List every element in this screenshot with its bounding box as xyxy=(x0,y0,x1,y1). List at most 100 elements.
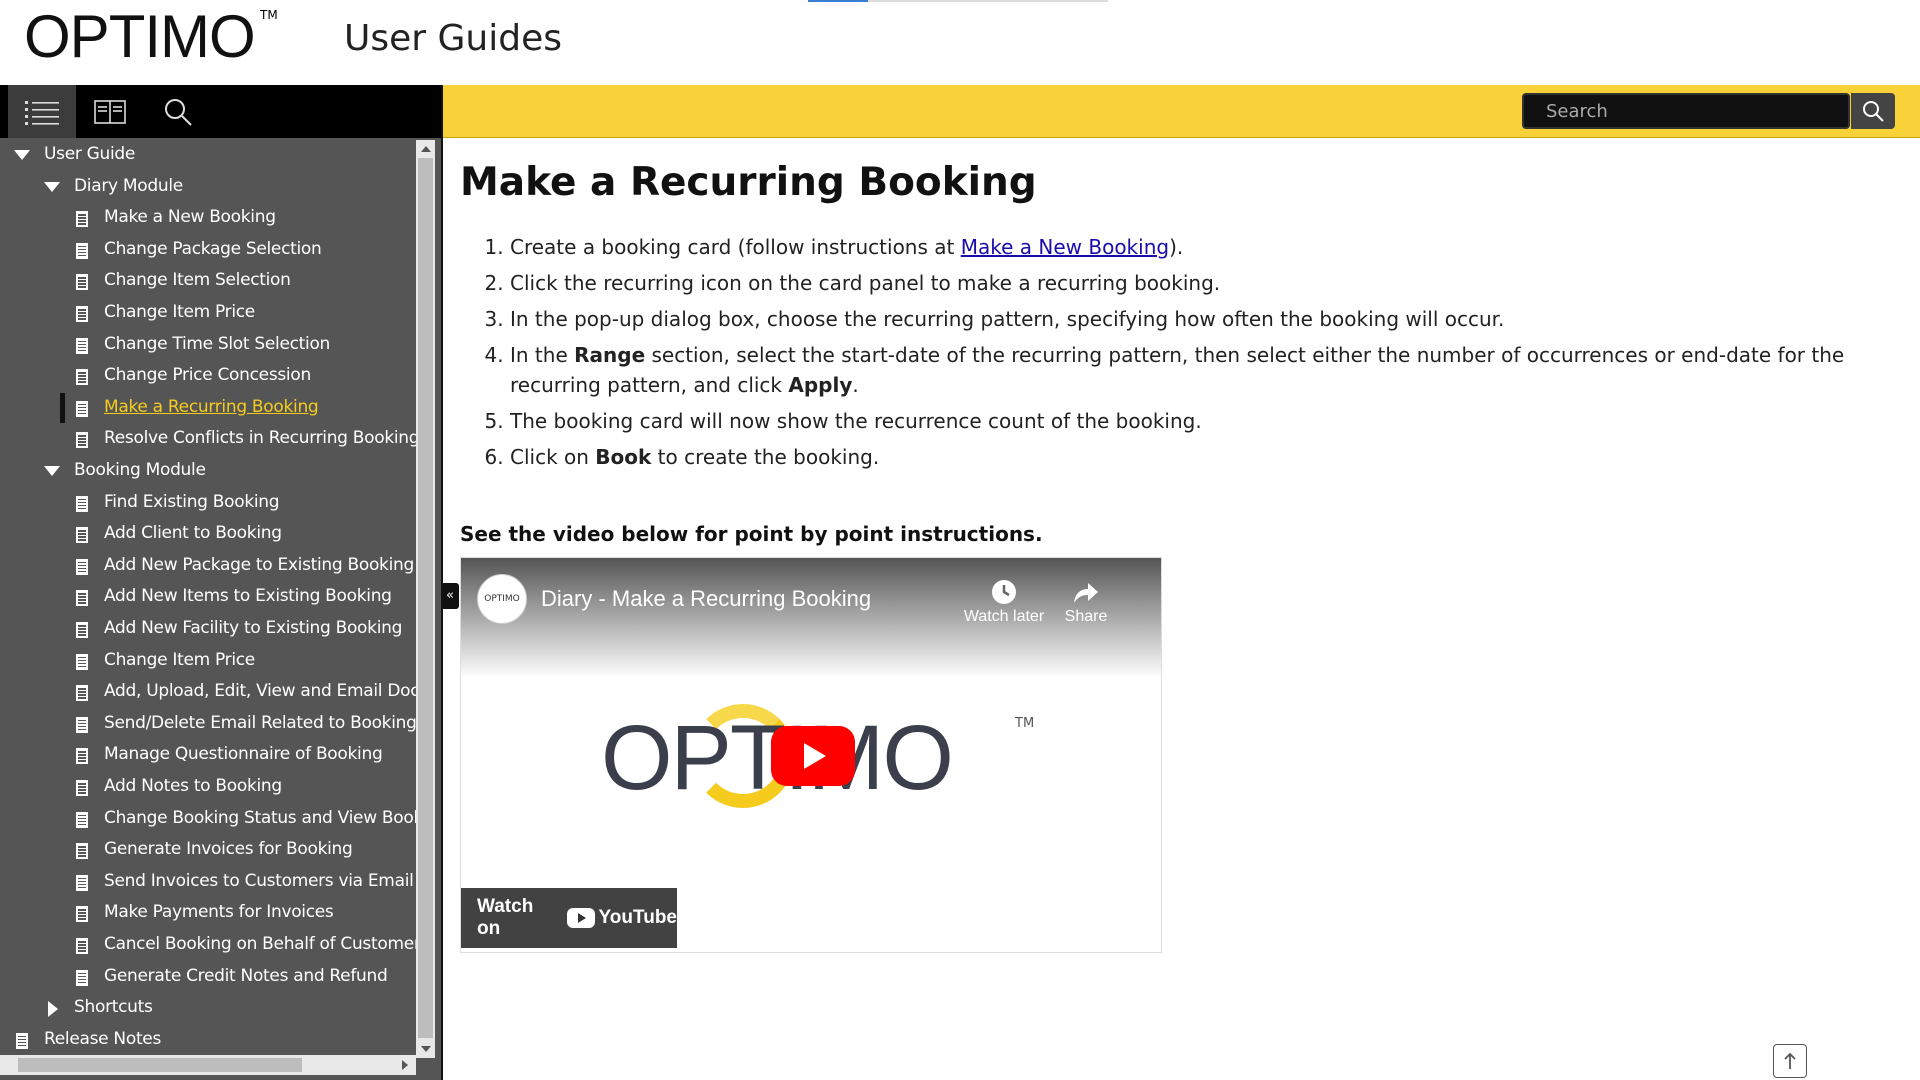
scrollbar-thumb[interactable] xyxy=(18,1058,302,1072)
toc-page-item[interactable]: Change Time Slot Selection xyxy=(0,330,416,360)
share-icon xyxy=(1074,583,1098,603)
toc-folder-item[interactable]: Shortcuts xyxy=(0,993,416,1023)
toc-page-item[interactable]: Change Item Price xyxy=(0,298,416,328)
toc-item-label: Change Booking Status and View Bookin xyxy=(104,807,416,828)
make-new-booking-link[interactable]: Make a New Booking xyxy=(961,235,1169,259)
toc-page-item[interactable]: Add New Package to Existing Booking xyxy=(0,551,416,581)
toc-folder-item[interactable]: Diary Module xyxy=(0,172,416,202)
index-tab-button[interactable] xyxy=(76,85,144,138)
document-icon xyxy=(76,685,88,702)
search-tab-button[interactable] xyxy=(144,85,212,138)
toc-page-item[interactable]: Make Payments for Invoices xyxy=(0,898,416,928)
toc-page-item[interactable]: Change Item Selection xyxy=(0,266,416,296)
scroll-down-arrow-icon[interactable] xyxy=(421,1046,431,1052)
step-item: The booking card will now show the recur… xyxy=(510,406,1920,436)
step-text: In the xyxy=(510,343,575,367)
page-title: Make a Recurring Booking xyxy=(460,160,1037,205)
top-tab-strip xyxy=(808,0,1108,2)
step-text: section, select the start-date of the re… xyxy=(510,343,1845,397)
document-icon xyxy=(76,337,88,354)
watch-on-youtube-button[interactable]: Watch on YouTube xyxy=(461,888,677,948)
scroll-up-arrow-icon[interactable] xyxy=(421,146,431,152)
header: OPTIMO TM User Guides xyxy=(0,0,1920,85)
step-item: In the Range section, select the start-d… xyxy=(510,340,1920,400)
logo-trademark: TM xyxy=(260,8,278,22)
toc-page-item[interactable]: Add Client to Booking xyxy=(0,519,416,549)
toc-item-label: Resolve Conflicts in Recurring Booking xyxy=(104,428,416,449)
toc-page-item[interactable]: Generate Invoices for Booking xyxy=(0,835,416,865)
toc-folder-item[interactable]: Booking Module xyxy=(0,456,416,486)
collapsed-arrow-icon[interactable] xyxy=(48,1001,58,1018)
sidebar-vertical-scrollbar[interactable] xyxy=(416,140,435,1058)
toc-page-item[interactable]: Release Notes xyxy=(0,1025,416,1052)
toc-folder-item[interactable]: User Guide xyxy=(0,140,416,170)
watch-later-button[interactable]: Watch later xyxy=(959,576,1049,626)
watch-on-label: Watch on xyxy=(477,896,534,939)
expanded-arrow-icon[interactable] xyxy=(44,181,60,192)
toc-page-item[interactable]: Generate Credit Notes and Refund xyxy=(0,962,416,992)
document-icon xyxy=(16,1032,28,1049)
embedded-video[interactable]: OPTIMO Diary - Make a Recurring Booking … xyxy=(460,557,1162,953)
toc-item-label: Change Item Price xyxy=(104,649,255,670)
back-to-top-button[interactable] xyxy=(1773,1044,1807,1078)
document-icon xyxy=(76,242,88,259)
document-icon xyxy=(76,969,88,986)
toc-page-item[interactable]: Add Notes to Booking xyxy=(0,772,416,802)
toc-page-item[interactable]: Change Package Selection xyxy=(0,235,416,265)
document-icon xyxy=(76,306,88,322)
toc-page-item[interactable]: Add New Items to Existing Booking xyxy=(0,582,416,612)
toc-item-label: Change Time Slot Selection xyxy=(104,333,331,354)
toc-page-item[interactable]: Send Invoices to Customers via Email xyxy=(0,867,416,897)
toc-page-item[interactable]: Make a New Booking xyxy=(0,203,416,233)
search-input[interactable] xyxy=(1524,95,1852,127)
expanded-arrow-icon[interactable] xyxy=(14,150,30,160)
share-button[interactable]: Share xyxy=(1041,576,1131,626)
toc-page-item[interactable]: Cancel Booking on Behalf of Customer xyxy=(0,930,416,960)
toc-page-item[interactable]: Add, Upload, Edit, View and Email Docu xyxy=(0,677,416,707)
play-button[interactable] xyxy=(771,726,855,786)
arrow-up-icon xyxy=(1784,1052,1796,1069)
youtube-logo: YouTube xyxy=(566,907,677,929)
toc-page-item[interactable]: Change Price Concession xyxy=(0,361,416,391)
step-item: Click on Book to create the booking. xyxy=(510,442,1920,472)
channel-avatar[interactable]: OPTIMO xyxy=(477,574,527,624)
toc-page-item[interactable]: Change Booking Status and View Bookin xyxy=(0,804,416,834)
step-text: Create a booking card (follow instructio… xyxy=(510,235,961,259)
scrollbar-thumb[interactable] xyxy=(418,158,433,1038)
document-icon xyxy=(76,274,88,291)
expanded-arrow-icon[interactable] xyxy=(44,466,60,476)
top-tab-active-indicator xyxy=(808,0,868,2)
collapse-sidebar-button[interactable]: « xyxy=(441,583,459,609)
toc-page-item[interactable]: Change Item Price xyxy=(0,646,416,676)
optimo-logo[interactable]: OPTIMO TM xyxy=(24,6,278,68)
document-icon xyxy=(76,716,88,733)
toc-item-label: Make a New Booking xyxy=(104,207,276,228)
toc-page-item[interactable]: Manage Questionnaire of Booking xyxy=(0,740,416,770)
video-note: See the video below for point by point i… xyxy=(460,522,1043,546)
toc-item-label: Diary Module xyxy=(74,175,183,196)
document-icon xyxy=(76,527,88,544)
toc-item-label: Add New Items to Existing Booking xyxy=(104,586,392,607)
toc-item-label: Change Package Selection xyxy=(104,238,322,259)
step-text: to create the booking. xyxy=(651,445,880,469)
document-icon xyxy=(76,558,88,575)
search-button[interactable] xyxy=(1851,93,1895,129)
scroll-right-arrow-icon[interactable] xyxy=(402,1060,408,1070)
step-text: In the pop-up dialog box, choose the rec… xyxy=(510,307,1505,331)
toc-page-item[interactable]: Resolve Conflicts in Recurring Booking xyxy=(0,424,416,454)
step-text: ). xyxy=(1169,235,1184,259)
step-text: The booking card will now show the recur… xyxy=(510,409,1202,433)
list-icon xyxy=(25,100,59,125)
toc-page-item[interactable]: Find Existing Booking xyxy=(0,488,416,518)
sidebar-horizontal-scrollbar[interactable] xyxy=(0,1055,416,1075)
toc-page-item[interactable]: Send/Delete Email Related to Booking xyxy=(0,709,416,739)
step-item: Click the recurring icon on the card pan… xyxy=(510,268,1920,298)
toc-tab-button[interactable] xyxy=(8,85,76,138)
toc-item-label: Generate Invoices for Booking xyxy=(104,839,353,860)
search-icon xyxy=(1863,101,1884,122)
video-title[interactable]: Diary - Make a Recurring Booking xyxy=(541,586,871,612)
toc-page-item[interactable]: Add New Facility to Existing Booking xyxy=(0,614,416,644)
step-emphasis: Book xyxy=(595,445,652,469)
document-icon xyxy=(76,495,88,512)
toc-page-item[interactable]: Make a Recurring Booking xyxy=(0,392,416,423)
